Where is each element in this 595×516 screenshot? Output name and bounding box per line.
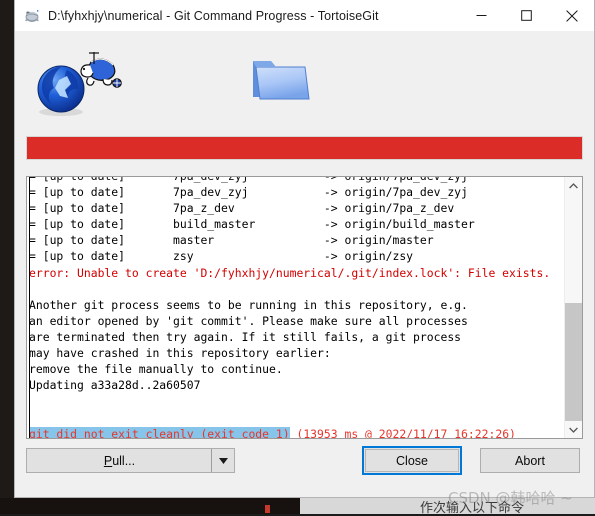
progress-bar [26, 136, 583, 160]
title-bar: D:\fyhxhjy\numerical - Git Command Progr… [15, 0, 594, 31]
log-line: may have crashed in this repository earl… [29, 346, 331, 361]
dialog-button-bar: Pull... Close Abort [15, 439, 594, 497]
globe-with-turtle-icon [23, 44, 143, 124]
log-line: = [up to date] 7pa_z_dev -> origin/7pa_z… [29, 201, 455, 216]
chevron-down-icon [569, 427, 578, 433]
scroll-up-button[interactable] [565, 177, 582, 194]
progress-bar-fill [27, 137, 582, 159]
desktop-left-strip [0, 0, 14, 514]
log-line: = [up to date] build_master -> origin/bu… [29, 217, 475, 232]
log-line: Another git process seems to be running … [29, 297, 468, 312]
log-final-timestamp: (13953 ms @ 2022/11/17 16:22:26) [289, 426, 516, 439]
window-controls [459, 0, 594, 31]
abort-button[interactable]: Abort [480, 448, 580, 473]
log-line: = [up to date] zsy -> origin/zsy [29, 249, 414, 264]
log-line: error: Unable to create 'D:/fyhxhjy/nume… [29, 265, 551, 280]
log-scrollbar[interactable] [564, 177, 582, 438]
log-line: = [up to date] master -> origin/master [29, 233, 434, 248]
close-button-focus-ring: Close [362, 446, 462, 475]
log-line: remove the file manually to continue. [29, 362, 283, 377]
git-output-log[interactable]: = [up to date] 7pa_dev_zyj -> origin/7pa… [26, 176, 583, 439]
tortoisegit-icon [23, 7, 41, 25]
close-icon [565, 9, 578, 22]
window-title: D:\fyhxhjy\numerical - Git Command Progr… [48, 8, 379, 23]
scrollbar-thumb[interactable] [565, 302, 582, 421]
log-selected-text: git did not exit cleanly (exit code 1) [29, 426, 290, 438]
folder-icon [247, 49, 315, 111]
pull-button[interactable]: Pull... [26, 448, 235, 473]
chevron-up-icon [569, 182, 578, 188]
pull-button-label: Pull... [104, 454, 135, 468]
maximize-button[interactable] [504, 0, 549, 31]
log-text-area[interactable]: = [up to date] 7pa_dev_zyj -> origin/7pa… [27, 177, 564, 438]
scroll-down-button[interactable] [565, 421, 582, 438]
log-line: = [up to date] 7pa_dev_zyj -> origin/7pa… [29, 177, 564, 184]
text-cursor-column [29, 177, 30, 438]
log-line: are terminated then try again. If it sti… [29, 329, 462, 344]
log-line: Updating a33a28d..2a60507 [29, 378, 201, 393]
log-line: = [up to date] 7pa_dev_zyj -> origin/7pa… [29, 185, 468, 200]
pull-label-rest: ull... [112, 453, 136, 468]
minimize-icon [476, 15, 487, 16]
close-button[interactable]: Close [365, 449, 459, 472]
log-line: an editor opened by 'git commit'. Please… [29, 313, 468, 328]
background-bottom-bar: 作次输入以下命令 [0, 498, 595, 515]
caret-down-icon [218, 457, 228, 464]
background-bottom-text: 作次输入以下命令 [420, 500, 525, 515]
animation-icon-area [15, 31, 594, 136]
pull-accesskey: P [103, 453, 113, 468]
scrollbar-track[interactable] [565, 194, 582, 421]
close-window-button[interactable] [549, 0, 594, 31]
log-lines: = [up to date] 7pa_dev_zyj -> origin/7pa… [29, 177, 564, 438]
maximize-icon [521, 10, 532, 21]
log-final-line: git did not exit cleanly (exit code 1) (… [29, 426, 564, 439]
git-command-progress-window: D:\fyhxhjy\numerical - Git Command Progr… [14, 0, 595, 498]
minimize-button[interactable] [459, 0, 504, 31]
pull-dropdown-button[interactable] [211, 449, 234, 472]
background-bottom-marker [265, 505, 270, 513]
